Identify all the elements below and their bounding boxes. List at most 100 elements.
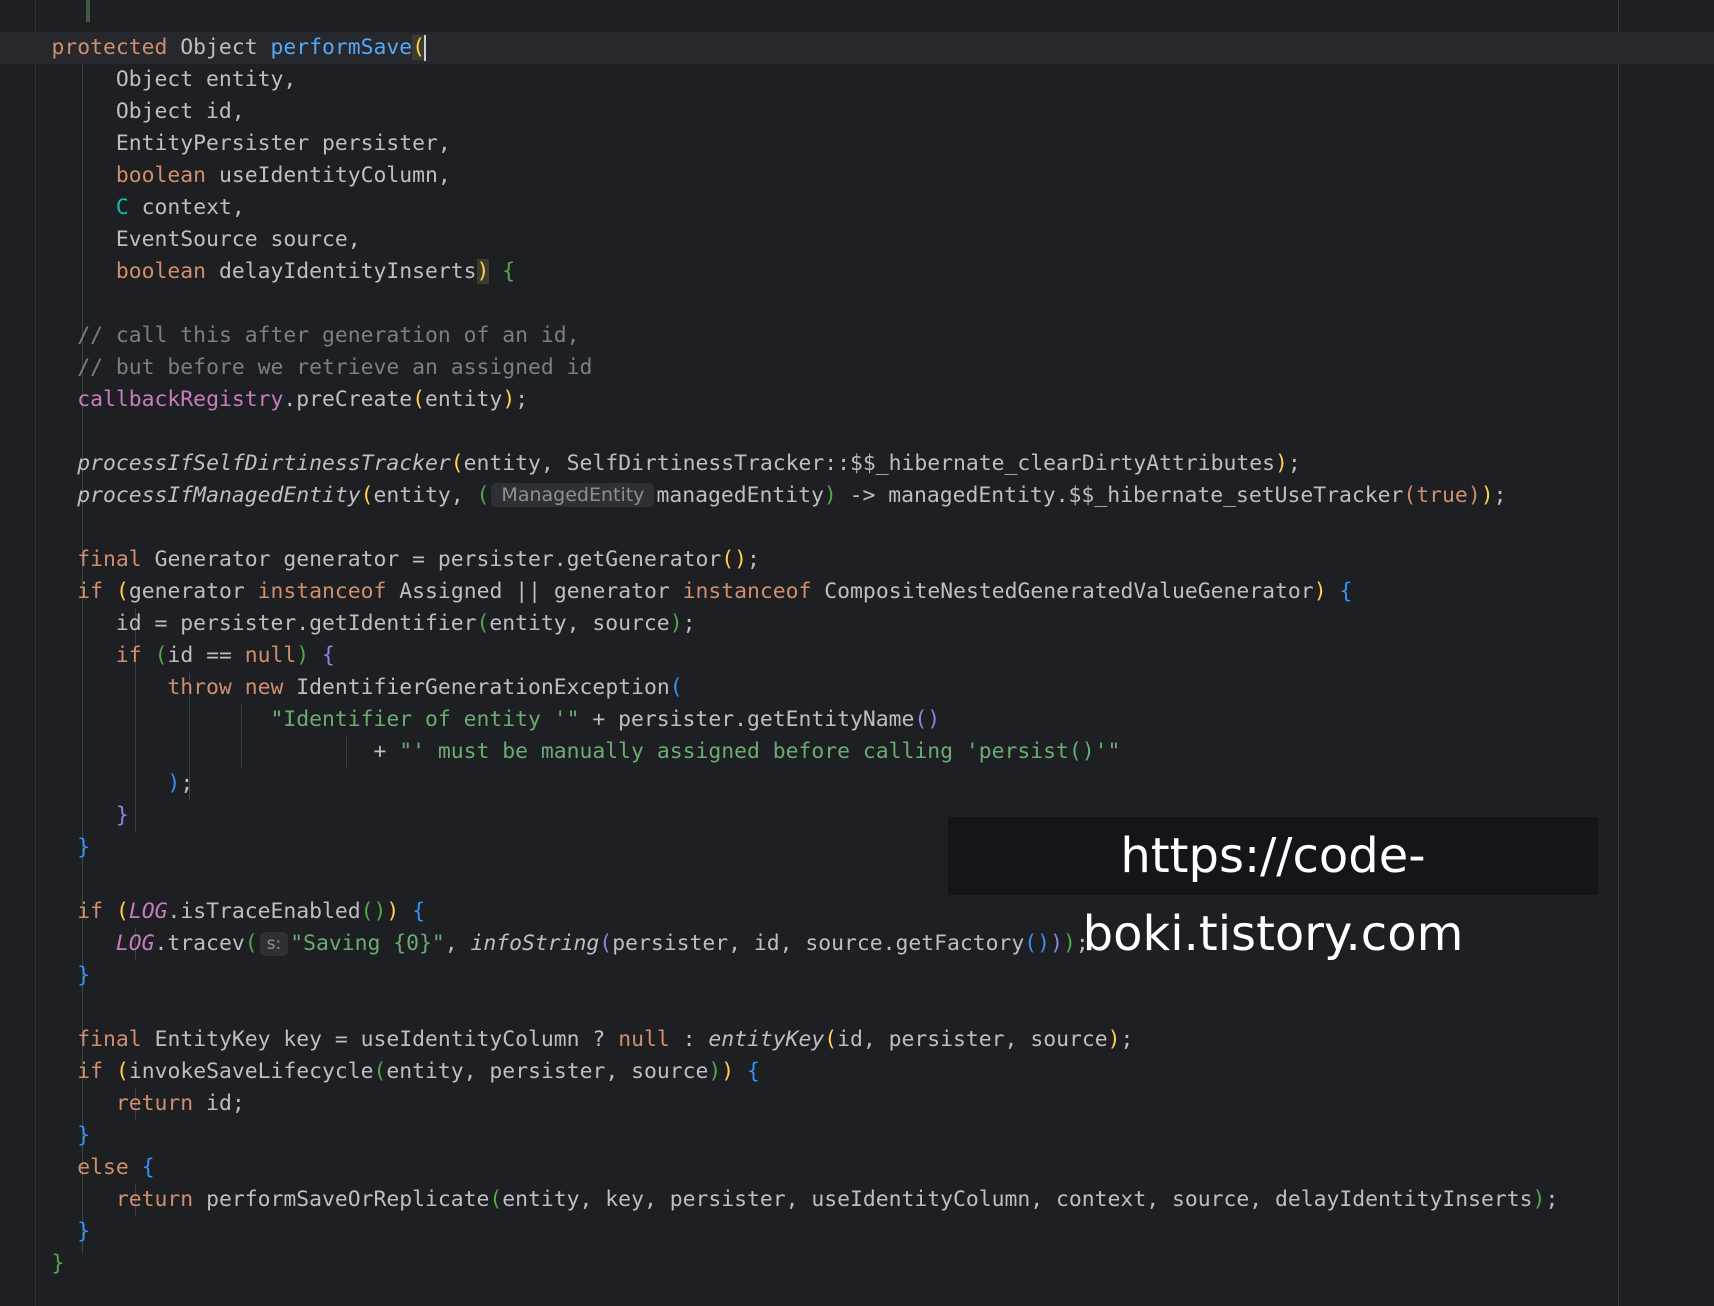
code-line: Object id, (0, 96, 1558, 128)
param-inlay-hint[interactable]: s: (259, 932, 289, 956)
paren-token: ( (244, 931, 258, 956)
paren-token: ) (1275, 451, 1288, 476)
keyword-token: else (77, 1155, 129, 1180)
paren-token: ( (412, 387, 426, 412)
brace-token: { (141, 1155, 155, 1180)
paren-token: ( (669, 675, 683, 700)
expr-token: generator (128, 579, 258, 604)
type-inlay-hint[interactable]: ManagedEntity (491, 483, 655, 507)
keyword-token: if (77, 899, 104, 924)
static-method-token: processIfManagedEntity (77, 483, 361, 508)
code-line: boolean delayIdentityInserts) { (0, 256, 1558, 288)
param-token: Object id, (115, 99, 245, 124)
code-line: EntityPersister persister, (0, 128, 1558, 160)
code-line: if (id == null) { (0, 640, 1558, 672)
paren-token: ) (721, 1059, 735, 1084)
brace-token: { (747, 1059, 760, 1084)
code-line: id = persister.getIdentifier(entity, sou… (115, 611, 696, 636)
right-margin-guide (1618, 0, 1619, 1306)
code-line: else { (0, 1152, 1558, 1184)
paren-token: ) (386, 899, 400, 924)
code-line: } (0, 1120, 1558, 1152)
code-line: processIfManagedEntity(entity, (ManagedE… (77, 483, 1507, 508)
code-line: return performSaveOrReplicate(entity, ke… (115, 1187, 1559, 1212)
paren-token: ( (824, 1027, 838, 1052)
keyword-token: if (115, 643, 142, 668)
paren-token: ( (360, 483, 374, 508)
arg-token: entity, SelfDirtinessTracker::$$_hiberna… (463, 451, 1275, 476)
paren-token: ( (1403, 483, 1417, 508)
paren-token: ) (1050, 931, 1063, 956)
paren-token: ( (599, 931, 613, 956)
code-line: throw new IdentifierGenerationException( (0, 672, 1558, 704)
code-line: processIfSelfDirtinessTracker(entity, Se… (77, 451, 1301, 476)
paren-token: ( (450, 451, 464, 476)
arg-token: entity, (373, 483, 477, 508)
brace-token: } (115, 803, 129, 828)
method-name-token: performSave (270, 35, 413, 60)
keyword-token: return (115, 1091, 194, 1116)
paren-token: ) (1467, 483, 1481, 508)
statement-token: id; (193, 1091, 245, 1116)
paren-token: ( (476, 483, 490, 508)
method-call-token: .tracev (154, 931, 245, 956)
paren-token: ) (669, 611, 683, 636)
keyword-token: if (77, 579, 104, 604)
arg-token: entity, source (489, 611, 670, 636)
brace-token: { (502, 259, 516, 284)
paren-token: () (914, 707, 941, 732)
vcs-change-marker (86, 0, 90, 22)
keyword-token: protected (51, 35, 168, 60)
method-call-token: + persister.getEntityName (579, 707, 915, 732)
statement-token: id = persister.getIdentifier (115, 611, 477, 636)
paren-token: () (1024, 931, 1051, 956)
keyword-token: final (77, 1027, 142, 1052)
static-method-token: entityKey (708, 1027, 825, 1052)
param-token: Object entity, (115, 67, 297, 92)
keyword-token: null (244, 643, 297, 668)
paren-token: ) (1062, 931, 1076, 956)
paren-token: ) (1313, 579, 1327, 604)
code-line: "Identifier of entity '" + persister.get… (0, 704, 1558, 736)
arg-token: id, persister, source (837, 1027, 1108, 1052)
lambda-token: -> managedEntity.$$_hibernate_setUseTrac… (836, 483, 1404, 508)
type-param-token: C (115, 195, 129, 220)
type-token: Object (167, 35, 271, 60)
paren-token: ( (373, 1059, 387, 1084)
arg-token: entity, key, persister, useIdentityColum… (502, 1187, 1533, 1212)
statement-token: EntityKey key = useIdentityColumn ? (141, 1027, 619, 1052)
comment-token: // but before we retrieve an assigned id (77, 355, 593, 380)
code-line: if (invokeSaveLifecycle(entity, persiste… (0, 1056, 1558, 1088)
code-line: protected Object performSave( (0, 32, 1558, 64)
arg-token: managedEntity (656, 483, 824, 508)
code-line: return id; (0, 1088, 1558, 1120)
punct-token: , (444, 931, 471, 956)
punct-token: ; (180, 771, 194, 796)
method-call-token: performSaveOrReplicate (193, 1187, 490, 1212)
static-method-token: processIfSelfDirtinessTracker (77, 451, 451, 476)
keyword-token: null (618, 1027, 670, 1052)
code-editor[interactable]: protected Object performSave( Object ent… (0, 0, 1714, 1306)
statement-token: Generator generator = persister.getGener… (141, 547, 722, 572)
field-token: callbackRegistry (77, 387, 284, 412)
keyword-token: boolean (115, 163, 207, 188)
keyword-token: final (77, 547, 142, 572)
code-line: C context, (0, 192, 1558, 224)
keyword-token: instanceof (257, 579, 387, 604)
code-line: } (0, 1216, 1558, 1248)
param-token: context, (128, 195, 245, 220)
code-line: // but before we retrieve an assigned id (0, 352, 1558, 384)
code-line: boolean useIdentityColumn, (0, 160, 1558, 192)
method-call-token: .isTraceEnabled (167, 899, 361, 924)
keyword-token: if (77, 1059, 104, 1084)
text-cursor (424, 35, 427, 61)
keyword-token: new (244, 675, 284, 700)
paren-token: ( (476, 611, 490, 636)
paren-token: () (360, 899, 387, 924)
code-line: if (generator instanceof Assigned || gen… (0, 576, 1558, 608)
expr-token: id == (167, 643, 245, 668)
brace-token: } (77, 1219, 91, 1244)
code-content[interactable]: protected Object performSave( Object ent… (0, 32, 1558, 1280)
code-line: callbackRegistry.preCreate(entity); (77, 387, 529, 412)
